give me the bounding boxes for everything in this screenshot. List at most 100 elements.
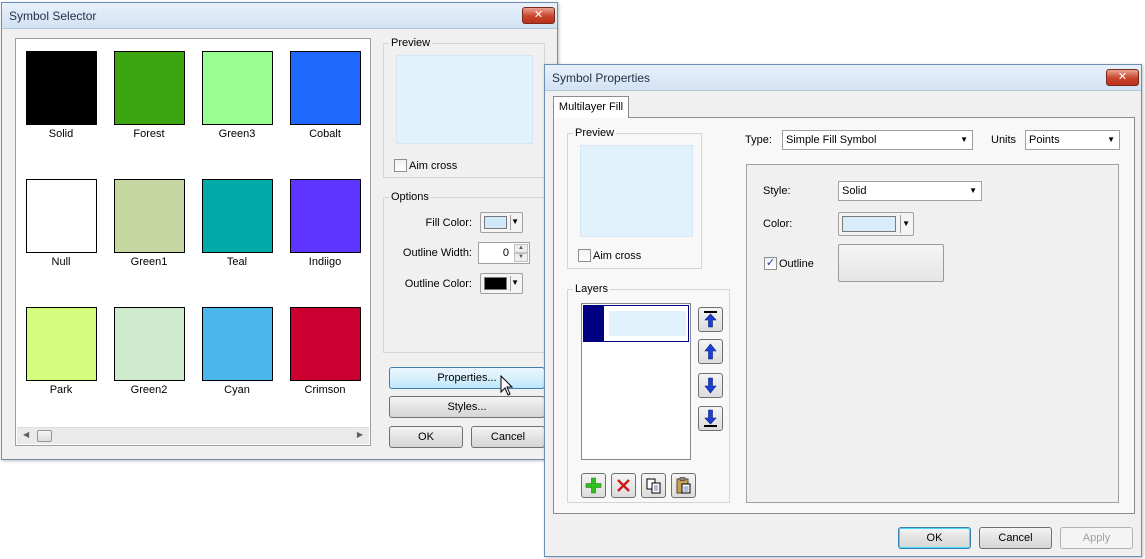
arrow-up-icon	[704, 343, 717, 360]
symbol-swatch-crimson[interactable]	[290, 307, 361, 381]
layer-row-selected[interactable]	[583, 305, 689, 342]
symbol-swatch-cobalt[interactable]	[290, 51, 361, 125]
copy-icon	[646, 478, 661, 494]
selector-preview-swatch	[396, 55, 533, 144]
outline-width-stepper[interactable]: 0 ▲ ▼	[478, 242, 530, 264]
close-icon: ✕	[1117, 71, 1128, 83]
symbol-label-green2: Green2	[130, 384, 168, 396]
symbol-swatch-forest[interactable]	[114, 51, 185, 125]
units-dropdown[interactable]: Points ▼	[1025, 130, 1120, 150]
outline-width-value[interactable]: 0	[503, 247, 509, 259]
move-up-button[interactable]	[698, 339, 723, 364]
symbol-swatch-green3[interactable]	[202, 51, 273, 125]
symbol-label-park: Park	[49, 384, 73, 396]
horizontal-scrollbar[interactable]: ◀ ▶	[17, 427, 369, 444]
move-to-top-button[interactable]	[698, 307, 723, 332]
stepper-up-icon[interactable]: ▲	[514, 244, 528, 253]
delete-icon	[617, 479, 630, 492]
outline-checkbox[interactable]: ✓	[764, 257, 777, 270]
properties-aim-cross-checkbox[interactable]	[578, 249, 591, 262]
chevron-down-icon: ▼	[1107, 135, 1115, 144]
layers-group: Layers	[567, 283, 730, 503]
chevron-down-icon: ▼	[511, 217, 519, 226]
scrollbar-thumb[interactable]	[37, 430, 52, 442]
type-dropdown[interactable]: Simple Fill Symbol ▼	[782, 130, 973, 150]
fill-color-label: Fill Color:	[425, 217, 472, 229]
properties-close-button[interactable]: ✕	[1106, 69, 1139, 86]
tab-multilayer-fill-label: Multilayer Fill	[558, 101, 624, 113]
scroll-left-icon[interactable]: ◀	[23, 430, 29, 439]
properties-aim-cross-label: Aim cross	[593, 250, 642, 262]
remove-layer-button[interactable]	[611, 473, 636, 498]
stepper-down-icon[interactable]: ▼	[514, 253, 528, 262]
outline-color-label: Outline Color:	[404, 278, 472, 290]
layer-fill-preview	[609, 311, 686, 336]
color-label: Color:	[763, 218, 793, 230]
selector-cancel-button[interactable]: Cancel	[471, 426, 545, 448]
symbol-label-cyan: Cyan	[224, 384, 250, 396]
properties-preview-label: Preview	[573, 127, 617, 139]
properties-title: Symbol Properties	[552, 71, 651, 85]
properties-ok-button[interactable]: OK	[898, 527, 971, 549]
arrow-bottom-icon	[704, 409, 717, 427]
selector-aim-cross-label: Aim cross	[409, 160, 458, 172]
move-to-bottom-button[interactable]	[698, 406, 723, 431]
paste-layer-button[interactable]	[671, 473, 696, 498]
style-label: Style:	[763, 185, 791, 197]
type-label: Type:	[745, 134, 772, 146]
tab-multilayer-fill[interactable]: Multilayer Fill	[553, 96, 629, 118]
outline-color-swatch	[484, 277, 507, 290]
selector-titlebar[interactable]: Symbol Selector ✕	[2, 3, 557, 29]
selector-preview-label: Preview	[389, 37, 433, 49]
fill-color-picker[interactable]: ▼	[480, 212, 523, 233]
selector-title: Symbol Selector	[9, 9, 97, 23]
symbol-label-solid: Solid	[48, 128, 74, 140]
symbol-label-crimson: Crimson	[304, 384, 346, 396]
style-value: Solid	[842, 185, 867, 197]
selector-close-button[interactable]: ✕	[522, 7, 555, 24]
apply-button[interactable]: Apply	[1060, 527, 1133, 549]
color-divider	[900, 215, 901, 233]
symbol-label-indiigo: Indiigo	[308, 256, 342, 268]
scroll-right-icon[interactable]: ▶	[357, 430, 363, 439]
symbol-swatch-teal[interactable]	[202, 179, 273, 253]
add-layer-button[interactable]	[581, 473, 606, 498]
properties-preview-group: Preview Aim cross	[567, 127, 702, 269]
symbol-swatch-green2[interactable]	[114, 307, 185, 381]
selector-aim-cross-checkbox[interactable]	[394, 159, 407, 172]
selector-preview-group: Preview Aim cross	[383, 37, 545, 178]
symbol-swatch-green1[interactable]	[114, 179, 185, 253]
checkmark-icon: ✓	[765, 257, 776, 269]
symbol-swatch-indiigo[interactable]	[290, 179, 361, 253]
symbol-label-green3: Green3	[218, 128, 256, 140]
arrow-down-icon	[704, 377, 717, 394]
copy-layer-button[interactable]	[641, 473, 666, 498]
symbol-properties-window: Symbol Properties ✕ Multilayer Fill Prev…	[544, 64, 1142, 557]
properties-titlebar[interactable]: Symbol Properties ✕	[545, 65, 1141, 91]
styles-button[interactable]: Styles...	[389, 396, 545, 418]
selector-ok-button[interactable]: OK	[389, 426, 463, 448]
symbol-swatch-park[interactable]	[26, 307, 97, 381]
outline-properties-button[interactable]	[838, 244, 944, 282]
symbol-swatch-cyan[interactable]	[202, 307, 273, 381]
chevron-down-icon: ▼	[960, 135, 968, 144]
symbol-swatch-solid[interactable]	[26, 51, 97, 125]
properties-button[interactable]: Properties...	[389, 367, 545, 389]
outline-color-picker[interactable]: ▼	[480, 273, 523, 294]
symbol-swatch-null[interactable]	[26, 179, 97, 253]
layers-list[interactable]	[581, 303, 691, 460]
options-label: Options	[389, 191, 431, 203]
plus-icon	[585, 477, 602, 494]
units-label: Units	[991, 134, 1017, 146]
arrow-top-icon	[704, 311, 717, 328]
style-dropdown[interactable]: Solid ▼	[838, 181, 982, 201]
symbol-gallery[interactable]: ◀ ▶ Solid Forest Green3 Cobalt Null Green1 Tea…	[15, 38, 371, 446]
properties-cancel-button[interactable]: Cancel	[979, 527, 1052, 549]
layers-label: Layers	[573, 283, 611, 295]
move-down-button[interactable]	[698, 373, 723, 398]
layer-indicator	[584, 306, 604, 341]
chevron-down-icon: ▼	[902, 219, 910, 228]
symbol-label-null: Null	[51, 256, 71, 268]
fill-color-dropdown[interactable]: ▼	[838, 212, 914, 236]
color-swatch	[842, 216, 896, 232]
